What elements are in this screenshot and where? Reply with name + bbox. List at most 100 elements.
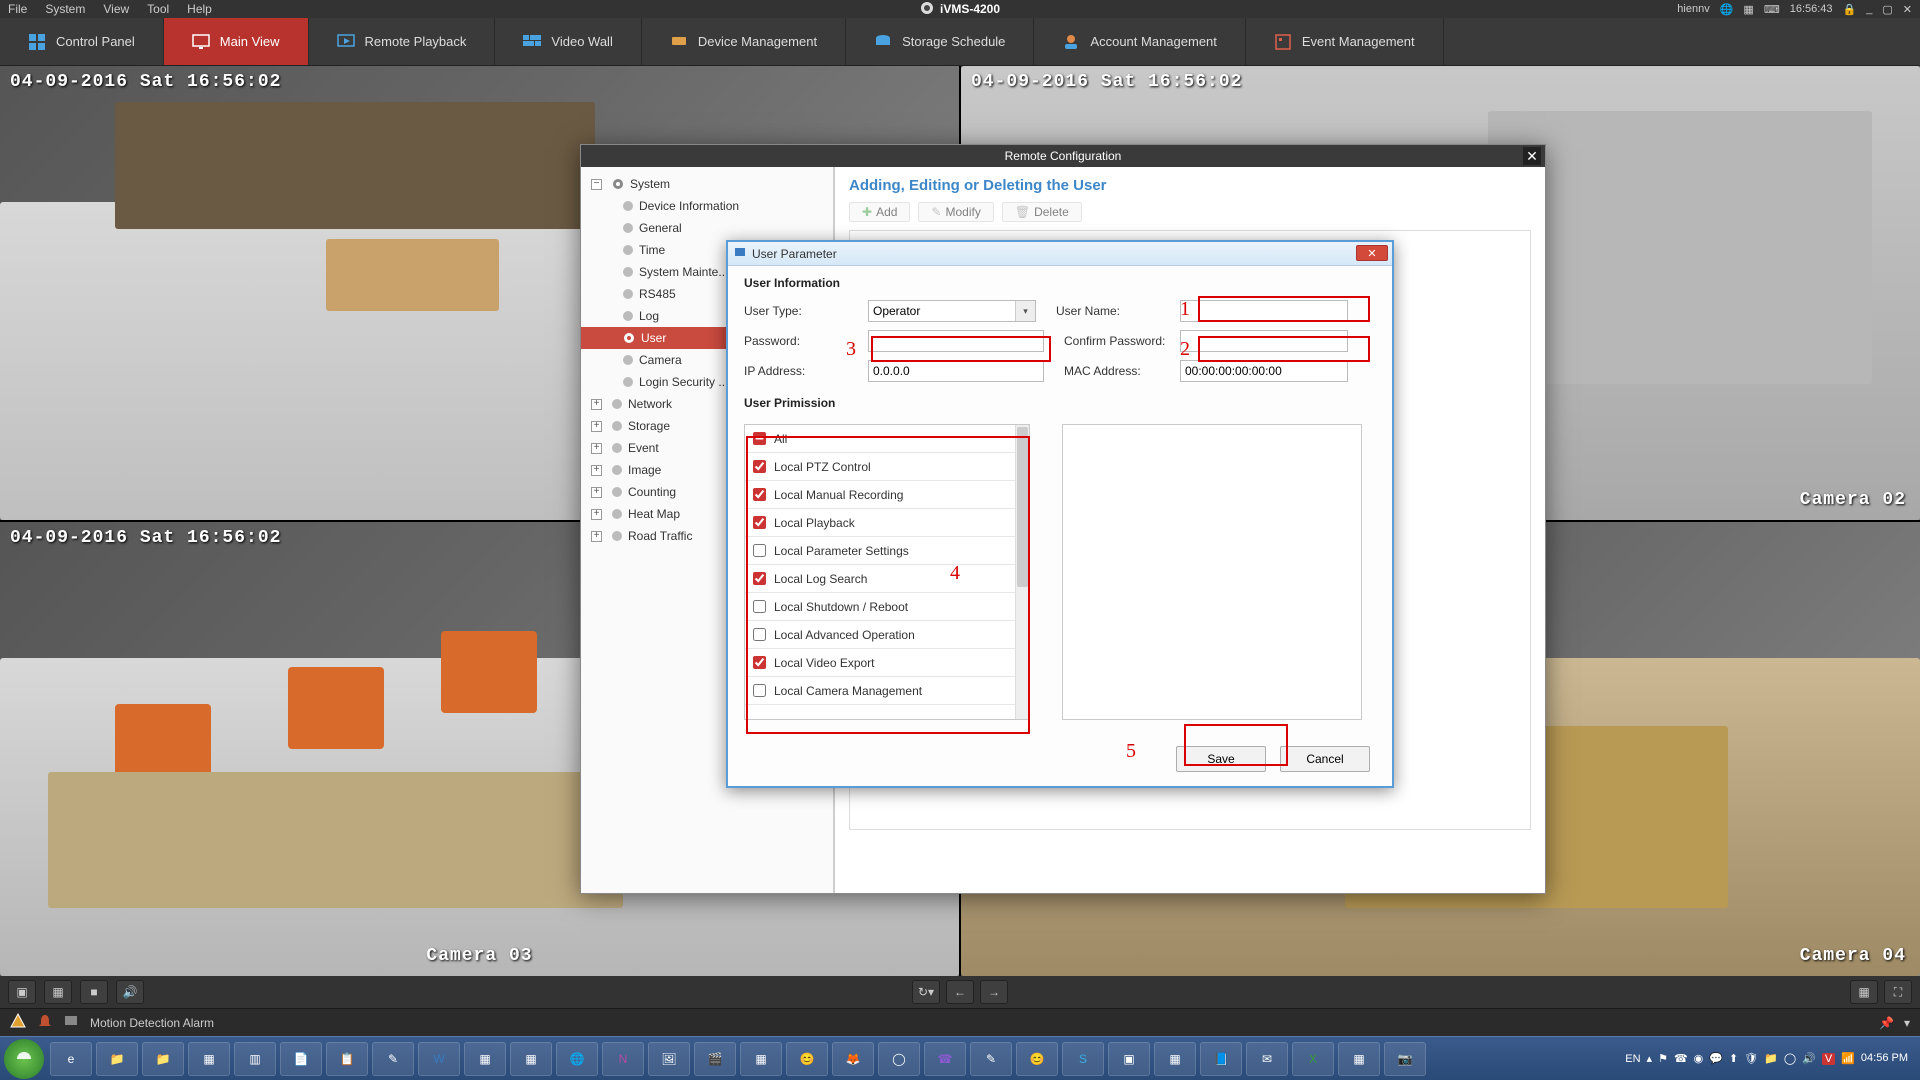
start-button[interactable] <box>4 1039 44 1079</box>
permission-row[interactable]: Local Camera Management <box>745 677 1029 705</box>
maximize-icon[interactable]: ▢ <box>1882 3 1892 16</box>
layout-1-icon[interactable]: ▣ <box>8 980 36 1004</box>
task-onenote[interactable]: N <box>602 1042 644 1076</box>
tab-account-management[interactable]: Account Management <box>1034 18 1245 65</box>
tray-icon[interactable]: ◯ <box>1784 1052 1796 1065</box>
permission-checkbox[interactable] <box>753 544 766 557</box>
task-app-14[interactable]: ▦ <box>1154 1042 1196 1076</box>
lock-icon[interactable]: 🔒 <box>1843 3 1857 16</box>
permission-checkbox[interactable] <box>753 656 766 669</box>
collapse-icon[interactable]: ▾ <box>1904 1016 1910 1030</box>
task-app-2[interactable]: ▥ <box>234 1042 276 1076</box>
permission-row[interactable]: All <box>745 425 1029 453</box>
task-explorer-1[interactable]: 📁 <box>96 1042 138 1076</box>
cpu-icon[interactable]: ▦ <box>1743 3 1753 16</box>
task-emoji[interactable]: 😊 <box>786 1042 828 1076</box>
scrollbar[interactable] <box>1015 425 1029 719</box>
tray-clock[interactable]: 04:56 PM <box>1861 1052 1908 1065</box>
task-app-15[interactable]: 📘 <box>1200 1042 1242 1076</box>
tray-lang[interactable]: EN <box>1625 1053 1640 1065</box>
volume-icon[interactable]: 🔊 <box>116 980 144 1004</box>
menu-view[interactable]: View <box>103 2 129 16</box>
permission-row[interactable]: Local Parameter Settings <box>745 537 1029 565</box>
tree-device-info[interactable]: Device Information <box>581 195 833 217</box>
task-notepad[interactable]: 📄 <box>280 1042 322 1076</box>
task-word[interactable]: W <box>418 1042 460 1076</box>
tray-icon[interactable]: 📶 <box>1841 1052 1855 1065</box>
next-icon[interactable]: → <box>980 980 1008 1004</box>
permission-list[interactable]: AllLocal PTZ ControlLocal Manual Recordi… <box>744 424 1030 720</box>
task-app-3[interactable]: 📋 <box>326 1042 368 1076</box>
task-app-8[interactable]: 🖼 <box>648 1042 690 1076</box>
fullscreen-icon[interactable]: ⛶ <box>1884 980 1912 1004</box>
task-app-13[interactable]: ▣ <box>1108 1042 1150 1076</box>
task-outlook[interactable]: ✉ <box>1246 1042 1288 1076</box>
task-app-12[interactable]: 😊 <box>1016 1042 1058 1076</box>
permission-checkbox[interactable] <box>753 488 766 501</box>
close-icon[interactable]: ✕ <box>1356 245 1388 261</box>
tray-icon[interactable]: ⬆ <box>1729 1052 1738 1065</box>
task-app-11[interactable]: ✎ <box>970 1042 1012 1076</box>
remote-config-titlebar[interactable]: Remote Configuration ✕ <box>581 145 1545 167</box>
permission-details[interactable] <box>1062 424 1362 720</box>
prev-icon[interactable]: ← <box>946 980 974 1004</box>
tab-storage-schedule[interactable]: Storage Schedule <box>846 18 1034 65</box>
task-excel[interactable]: X <box>1292 1042 1334 1076</box>
add-button[interactable]: ✚Add <box>849 202 910 222</box>
permission-row[interactable]: Local PTZ Control <box>745 453 1029 481</box>
ip-address-field[interactable] <box>868 360 1044 382</box>
permission-row[interactable]: Local Shutdown / Reboot <box>745 593 1029 621</box>
password-field[interactable] <box>868 330 1044 352</box>
permission-row[interactable]: Local Advanced Operation <box>745 621 1029 649</box>
task-explorer-2[interactable]: 📁 <box>142 1042 184 1076</box>
permission-checkbox[interactable] <box>753 684 766 697</box>
keyboard-icon[interactable]: ⌨ <box>1764 3 1780 16</box>
permission-row[interactable]: Local Playback <box>745 509 1029 537</box>
task-skype[interactable]: S <box>1062 1042 1104 1076</box>
menu-file[interactable]: File <box>8 2 27 16</box>
task-app-9[interactable]: 🎬 <box>694 1042 736 1076</box>
menu-system[interactable]: System <box>45 2 85 16</box>
system-tray[interactable]: EN ▴ ⚑ ☎ ◉ 💬 ⬆ 🛡 📁 ◯ 🔊 V 📶 04:56 PM <box>1625 1052 1916 1065</box>
refresh-icon[interactable]: ↻▾ <box>912 980 940 1004</box>
tab-control-panel[interactable]: Control Panel <box>0 18 164 65</box>
confirm-password-field[interactable] <box>1180 330 1348 352</box>
task-app-7[interactable]: 🌐 <box>556 1042 598 1076</box>
tab-remote-playback[interactable]: Remote Playback <box>309 18 496 65</box>
tray-icon[interactable]: 🛡 <box>1744 1052 1758 1065</box>
cancel-button[interactable]: Cancel <box>1280 746 1370 772</box>
minimize-icon[interactable]: _ <box>1866 3 1872 15</box>
mac-address-field[interactable] <box>1180 360 1348 382</box>
layout-4-icon[interactable]: ▦ <box>44 980 72 1004</box>
permission-checkbox[interactable] <box>753 572 766 585</box>
save-button[interactable]: Save <box>1176 746 1266 772</box>
task-chrome[interactable]: ◯ <box>878 1042 920 1076</box>
task-viber[interactable]: ☎ <box>924 1042 966 1076</box>
task-ie[interactable]: e <box>50 1042 92 1076</box>
permission-checkbox[interactable] <box>753 432 766 445</box>
close-icon[interactable]: ✕ <box>1523 147 1541 165</box>
stop-icon[interactable]: ■ <box>80 980 108 1004</box>
user-parameter-titlebar[interactable]: User Parameter ✕ <box>728 242 1392 266</box>
tray-icon[interactable]: ☎ <box>1674 1052 1688 1065</box>
modify-button[interactable]: ✎Modify <box>918 202 993 222</box>
task-firefox[interactable]: 🦊 <box>832 1042 874 1076</box>
menu-help[interactable]: Help <box>187 2 212 16</box>
permission-row[interactable]: Local Log Search <box>745 565 1029 593</box>
tab-main-view[interactable]: Main View <box>164 18 309 65</box>
tray-icon[interactable]: ◉ <box>1694 1052 1704 1065</box>
delete-button[interactable]: 🗑Delete <box>1002 202 1082 222</box>
task-app-6[interactable]: ▦ <box>510 1042 552 1076</box>
tab-event-management[interactable]: Event Management <box>1246 18 1444 65</box>
tray-icon[interactable]: V <box>1822 1053 1835 1065</box>
close-app-icon[interactable]: ✕ <box>1903 3 1912 16</box>
tray-icon[interactable]: 📁 <box>1764 1052 1778 1065</box>
menu-tool[interactable]: Tool <box>147 2 169 16</box>
tree-general[interactable]: General <box>581 217 833 239</box>
task-ivms[interactable]: 📷 <box>1384 1042 1426 1076</box>
tab-video-wall[interactable]: Video Wall <box>495 18 641 65</box>
tray-expand-icon[interactable]: ▴ <box>1647 1052 1653 1065</box>
user-name-field[interactable] <box>1180 300 1348 322</box>
task-app-4[interactable]: ✎ <box>372 1042 414 1076</box>
permission-row[interactable]: Local Video Export <box>745 649 1029 677</box>
